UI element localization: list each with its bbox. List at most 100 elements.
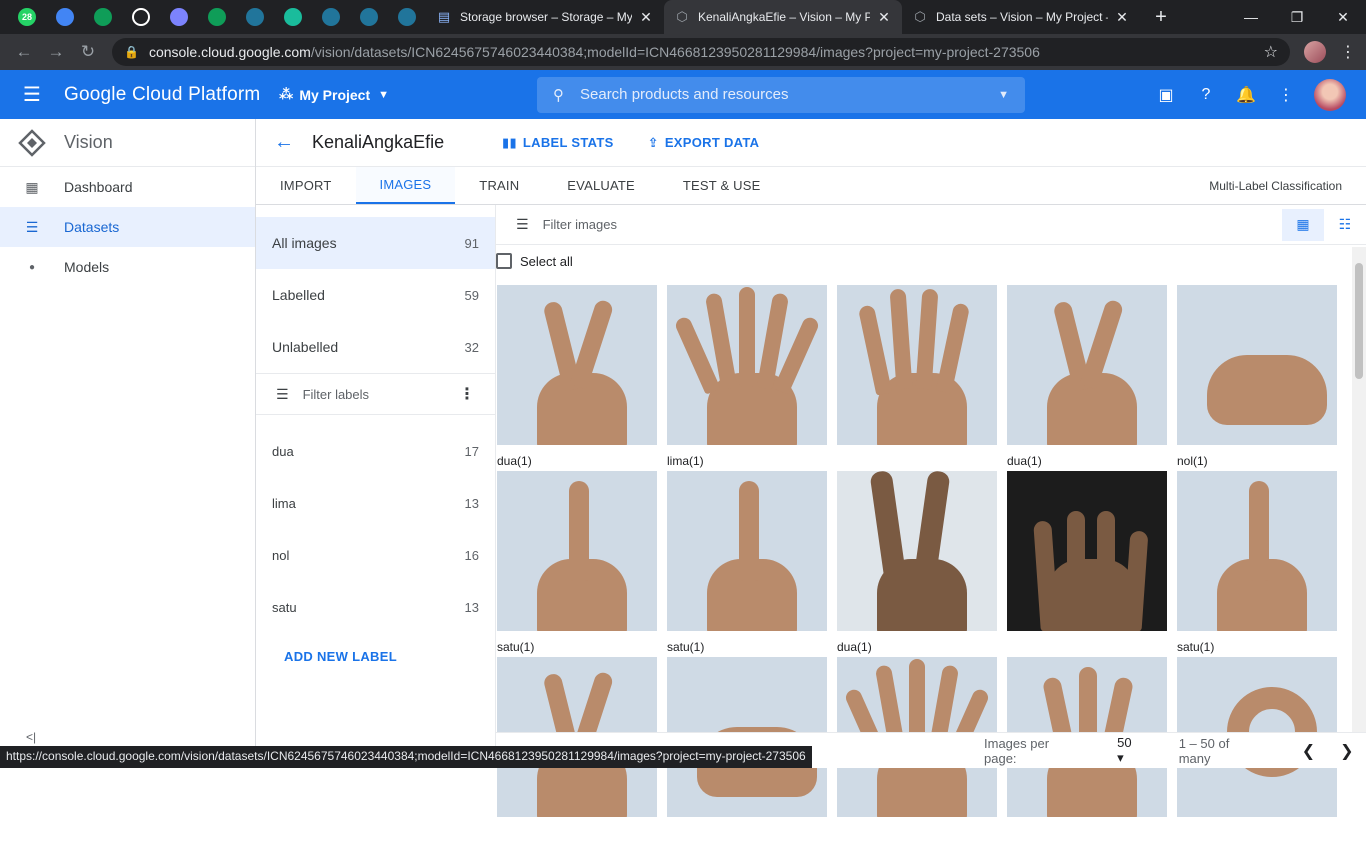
nav-item-models[interactable]: ●Models <box>0 247 255 287</box>
label-row[interactable]: lima13 <box>256 477 495 529</box>
image-thumbnail[interactable] <box>1177 285 1337 445</box>
export-data-button[interactable]: ⇪ EXPORT DATA <box>648 135 760 151</box>
image-card[interactable]: dua(1) <box>1007 285 1167 471</box>
notifications-icon[interactable]: 🔔 <box>1226 85 1266 105</box>
image-caption <box>1007 817 1167 843</box>
image-caption: nol(1) <box>1177 445 1337 471</box>
image-thumbnail[interactable] <box>837 285 997 445</box>
collapse-nav-icon[interactable]: <| <box>26 730 36 744</box>
close-tab-icon[interactable]: ✕ <box>1114 9 1130 26</box>
avatar[interactable] <box>1314 79 1346 111</box>
image-thumbnail[interactable] <box>1177 471 1337 631</box>
nav-item-datasets[interactable]: ☰Datasets <box>0 207 255 247</box>
image-card[interactable]: satu(1) <box>667 471 827 657</box>
browser-tab[interactable]: ▤Storage browser – Storage – My Project✕ <box>426 0 664 34</box>
bar-chart-icon: ▮▮ <box>502 135 517 151</box>
per-page-select[interactable]: 50 ▾ <box>1117 735 1141 766</box>
close-window-button[interactable]: ✕ <box>1320 0 1366 34</box>
new-tab-button[interactable]: + <box>1144 6 1178 29</box>
filter-images-input[interactable]: Filter images <box>543 217 617 232</box>
vertical-scrollbar[interactable] <box>1352 247 1366 768</box>
label-row[interactable]: dua17 <box>256 425 495 477</box>
pinned-tab[interactable] <box>236 0 274 34</box>
pinned-tab[interactable] <box>122 0 160 34</box>
image-caption: satu(1) <box>497 631 657 657</box>
cloud-shell-icon[interactable]: ▣ <box>1146 85 1186 105</box>
pinned-tab[interactable]: 28 <box>8 0 46 34</box>
product-header: Vision <box>0 119 255 167</box>
back-nav-icon[interactable]: ← <box>8 42 40 62</box>
image-card[interactable] <box>1007 471 1167 657</box>
tab-test-use[interactable]: TEST & USE <box>659 167 785 204</box>
bookmark-star-icon[interactable]: ☆ <box>1264 42 1278 62</box>
image-card[interactable]: dua(1) <box>837 471 997 657</box>
filter-row[interactable]: Unlabelled32 <box>256 321 495 373</box>
browser-tab[interactable]: ⬡Data sets – Vision – My Project – ✕ <box>902 0 1140 34</box>
profile-icon[interactable] <box>1304 41 1326 63</box>
filter-row[interactable]: All images91 <box>256 217 495 269</box>
search-bar[interactable]: ⚲ Search products and resources ▼ <box>537 77 1025 113</box>
browser-tab[interactable]: ⬡KenaliAngkaEfie – Vision – My Project✕ <box>664 0 902 34</box>
tab-import[interactable]: IMPORT <box>256 167 356 204</box>
pinned-tab[interactable] <box>350 0 388 34</box>
pinned-tab[interactable] <box>84 0 122 34</box>
image-thumbnail[interactable] <box>1007 285 1167 445</box>
image-card[interactable]: nol(1) <box>1177 285 1337 471</box>
tab-train[interactable]: TRAIN <box>455 167 543 204</box>
pinned-tab[interactable] <box>312 0 350 34</box>
minimize-button[interactable]: — <box>1228 0 1274 34</box>
maximize-button[interactable]: ❐ <box>1274 0 1320 34</box>
label-stats-label: LABEL STATS <box>523 135 614 150</box>
pinned-tab[interactable] <box>198 0 236 34</box>
image-thumbnail[interactable] <box>497 471 657 631</box>
tab-evaluate[interactable]: EVALUATE <box>543 167 659 204</box>
project-selector[interactable]: ⁂ My Project ▼ <box>279 86 537 103</box>
label-row[interactable]: satu13 <box>256 581 495 633</box>
image-thumbnail[interactable] <box>497 285 657 445</box>
filter-row[interactable]: Labelled59 <box>256 269 495 321</box>
tab-images[interactable]: IMAGES <box>356 167 456 204</box>
image-card[interactable]: dua(1) <box>497 285 657 471</box>
help-icon[interactable]: ? <box>1186 86 1226 104</box>
lock-icon: 🔒 <box>124 45 139 59</box>
label-count: 13 <box>465 600 479 615</box>
gcp-brand[interactable]: Google Cloud Platform <box>64 84 279 106</box>
pinned-tab[interactable] <box>160 0 198 34</box>
next-page-icon[interactable]: ❯ <box>1328 741 1366 761</box>
url-path: /vision/datasets/ICN6245675746023440384;… <box>311 44 1040 60</box>
list-view-icon[interactable]: ☷ <box>1324 209 1366 241</box>
label-row[interactable]: nol16 <box>256 529 495 581</box>
url-bar[interactable]: 🔒 console.cloud.google.com/vision/datase… <box>112 38 1290 66</box>
close-tab-icon[interactable]: ✕ <box>876 9 892 26</box>
image-card[interactable]: satu(1) <box>497 471 657 657</box>
close-tab-icon[interactable]: ✕ <box>638 9 654 26</box>
search-dropdown-icon[interactable]: ▼ <box>998 89 1009 101</box>
image-card[interactable] <box>837 285 997 471</box>
wordpress-icon <box>360 8 378 26</box>
image-thumbnail[interactable] <box>837 471 997 631</box>
image-thumbnail[interactable] <box>1007 471 1167 631</box>
scrollbar-thumb[interactable] <box>1355 263 1363 379</box>
image-card[interactable]: lima(1) <box>667 285 827 471</box>
label-stats-button[interactable]: ▮▮ LABEL STATS <box>502 135 614 151</box>
pinned-tab[interactable] <box>388 0 426 34</box>
nav-item-dashboard[interactable]: ▦Dashboard <box>0 167 255 207</box>
label-options-icon[interactable]: ⋮ <box>459 384 475 404</box>
select-all[interactable]: Select all <box>496 249 1366 273</box>
add-new-label-button[interactable]: ADD NEW LABEL <box>284 649 495 664</box>
hamburger-menu-icon[interactable]: ☰ <box>0 82 64 107</box>
pinned-tab[interactable] <box>274 0 312 34</box>
more-options-icon[interactable]: ⋮ <box>1266 85 1306 105</box>
forward-nav-icon[interactable]: → <box>40 42 72 62</box>
back-arrow-icon[interactable]: ← <box>256 131 312 154</box>
browser-menu-icon[interactable]: ⋮ <box>1338 42 1358 62</box>
label-filter-bar[interactable]: ☰ Filter labels ⋮ <box>256 373 495 415</box>
prev-page-icon[interactable]: ❮ <box>1289 741 1327 761</box>
image-thumbnail[interactable] <box>667 285 827 445</box>
select-all-checkbox[interactable] <box>496 253 512 269</box>
reload-icon[interactable]: ↻ <box>72 42 104 62</box>
pinned-tab[interactable] <box>46 0 84 34</box>
image-card[interactable]: satu(1) <box>1177 471 1337 657</box>
grid-view-icon[interactable]: ▦ <box>1282 209 1324 241</box>
image-thumbnail[interactable] <box>667 471 827 631</box>
